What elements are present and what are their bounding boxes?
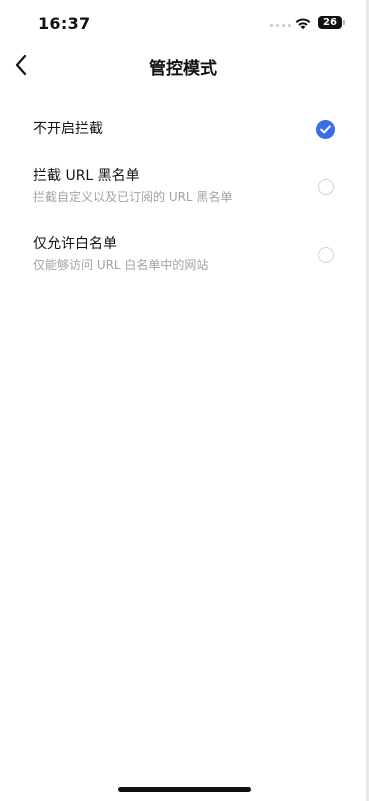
- option-no-blocking[interactable]: 不开启拦截: [0, 106, 366, 153]
- option-description: 仅能够访问 URL 白名单中的网站: [33, 258, 209, 272]
- checkmark-icon: [320, 125, 331, 134]
- page-title: 管控模式: [149, 59, 217, 79]
- status-time: 16:37: [38, 14, 91, 33]
- option-block-url-blacklist[interactable]: 拦截 URL 黑名单 拦截自定义以及已订阅的 URL 黑名单: [0, 153, 366, 213]
- battery-icon: 26: [318, 16, 342, 29]
- wifi-icon: [295, 18, 311, 30]
- battery-cap: [343, 20, 345, 25]
- option-title: 拦截 URL 黑名单: [33, 168, 140, 184]
- option-whitelist-only[interactable]: 仅允许白名单 仅能够访问 URL 白名单中的网站: [0, 221, 366, 281]
- radio-selected-check-icon[interactable]: [316, 120, 335, 139]
- status-bar: 16:37 26: [0, 0, 369, 46]
- radio-unselected[interactable]: [318, 247, 334, 263]
- option-title: 不开启拦截: [33, 121, 103, 137]
- control-mode-options: 不开启拦截 拦截 URL 黑名单 拦截自定义以及已订阅的 URL 黑名单 仅允许…: [0, 106, 366, 281]
- option-title: 仅允许白名单: [33, 236, 117, 252]
- cellular-signal-icon: [270, 24, 291, 27]
- radio-unselected[interactable]: [318, 179, 334, 195]
- option-description: 拦截自定义以及已订阅的 URL 黑名单: [33, 190, 233, 204]
- battery-level: 26: [323, 16, 337, 28]
- navigation-bar: 管控模式: [0, 46, 366, 86]
- home-indicator[interactable]: [118, 787, 251, 792]
